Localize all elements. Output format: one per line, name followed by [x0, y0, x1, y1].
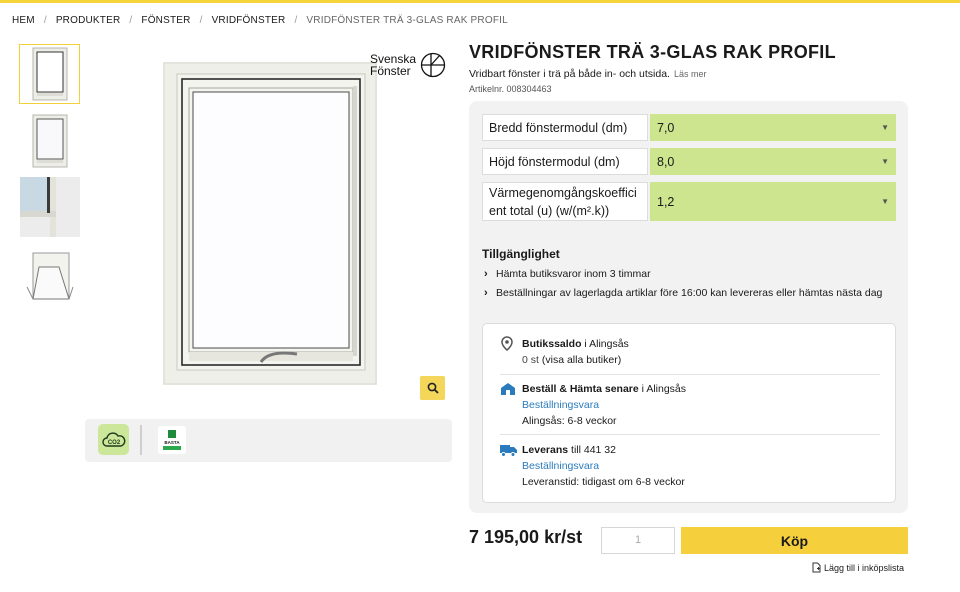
badge-separator	[140, 425, 142, 455]
breadcrumb-vridfonster[interactable]: VRIDFÖNSTER	[212, 15, 286, 26]
delivery-detail: Leveranstid: tidigast om 6-8 veckor	[522, 476, 685, 488]
option-height-label: Höjd fönstermodul (dm)	[482, 148, 648, 175]
product-subtitle: Vridbart fönster i trä på både in- och u…	[469, 68, 707, 80]
order-pickup-detail: Alingsås: 6-8 veckor	[522, 415, 617, 427]
availability-item-text: Hämta butiksvaror inom 3 timmar	[496, 268, 651, 280]
list-add-icon	[812, 562, 821, 573]
breadcrumb-fonster[interactable]: FÖNSTER	[141, 15, 190, 26]
subtitle-text: Vridbart fönster i trä på både in- och u…	[469, 68, 670, 80]
svenska-fonster-logo: Svenska Fönster	[370, 52, 446, 78]
window-closeup-thumbnail	[19, 177, 80, 237]
article-number: Artikelnr. 008304463	[469, 84, 552, 94]
option-u-value: Värmegenomgångskoefficient total (u) (w/…	[482, 182, 896, 221]
quantity-input[interactable]: 1	[601, 527, 675, 554]
breadcrumb-produkter[interactable]: PRODUKTER	[56, 15, 121, 26]
show-all-stores-link[interactable]: (visa alla butiker)	[542, 354, 621, 366]
breadcrumb-current: VRIDFÖNSTER TRÄ 3-GLAS RAK PROFIL	[306, 15, 508, 26]
availability-item: › Beställningar av lagerlagda artiklar f…	[482, 286, 894, 301]
order-pickup-row: Beställ & Hämta senare i Alingsås Bestäl…	[500, 381, 880, 433]
location-pin-icon	[501, 336, 513, 351]
brand-emblem-icon	[420, 52, 446, 78]
order-pickup-title: Beställ & Hämta senare	[522, 383, 639, 395]
store-stock-row: Butikssaldo i Alingsås 0 st (visa alla b…	[500, 336, 880, 372]
order-pickup-location: i Alingsås	[638, 383, 687, 395]
co2-badge-text: CO2	[107, 440, 120, 446]
breadcrumb: HEM / PRODUKTER / FÖNSTER / VRIDFÖNSTER …	[12, 15, 508, 26]
thumbnail-4[interactable]	[19, 245, 80, 305]
delivery-truck-icon	[500, 445, 517, 457]
delivery-status: Beställningsvara	[522, 460, 600, 472]
delivery-title: Leverans	[522, 444, 569, 456]
add-to-list-label: Lägg till i inköpslista	[824, 562, 905, 573]
option-width: Bredd fönstermodul (dm) 7,0 ▼	[482, 114, 896, 141]
chevron-down-icon: ▼	[881, 123, 889, 132]
product-price: 7 195,00 kr/st	[469, 527, 583, 547]
option-height: Höjd fönstermodul (dm) 8,0 ▼	[482, 148, 896, 175]
buy-button[interactable]: Köp	[681, 527, 908, 554]
availability-item-text: Beställningar av lagerlagda artiklar för…	[496, 287, 883, 299]
delivery-row: Leverans till 441 32 Beställningsvara Le…	[500, 442, 880, 494]
basta-logo-icon: BASTA	[163, 430, 181, 450]
option-width-value: 7,0	[657, 120, 675, 135]
magnifier-icon	[427, 382, 439, 394]
delivery-location: till 441 32	[568, 444, 616, 456]
product-main-image[interactable]	[163, 62, 377, 385]
stock-status-card: Butikssaldo i Alingsås 0 st (visa alla b…	[482, 323, 896, 503]
chevron-down-icon: ▼	[881, 197, 889, 206]
option-width-select[interactable]: 7,0 ▼	[650, 114, 896, 141]
thumbnail-1[interactable]	[19, 44, 80, 104]
basta-badge[interactable]: BASTA	[158, 426, 186, 454]
option-u-value-value: 1,2	[657, 194, 675, 209]
availability-item: › Hämta butiksvaror inom 3 timmar	[482, 267, 894, 282]
chevron-right-icon: ›	[484, 287, 488, 299]
breadcrumb-home[interactable]: HEM	[12, 15, 35, 26]
window-front-thumbnail	[32, 47, 67, 101]
read-more-link[interactable]: Läs mer	[674, 69, 707, 79]
certification-badges: CO2 BASTA	[85, 419, 452, 462]
option-u-value-label: Värmegenomgångskoefficient total (u) (w/…	[482, 182, 648, 221]
order-pickup-status: Beställningsvara	[522, 399, 600, 411]
divider	[500, 374, 880, 375]
brand-line-2: Fönster	[370, 64, 411, 78]
store-stock-title: Butikssaldo	[522, 338, 582, 350]
window-open-thumbnail	[26, 252, 73, 300]
add-to-list-link[interactable]: Lägg till i inköpslista	[812, 562, 904, 573]
chevron-down-icon: ▼	[881, 157, 889, 166]
top-accent-line	[0, 0, 960, 3]
co2-badge[interactable]: CO2	[98, 424, 129, 455]
chevron-right-icon: ›	[484, 268, 488, 280]
thumbnail-3[interactable]	[19, 177, 80, 237]
option-height-select[interactable]: 8,0 ▼	[650, 148, 896, 175]
option-height-value: 8,0	[657, 154, 675, 169]
configuration-panel: Bredd fönstermodul (dm) 7,0 ▼ Höjd fönst…	[469, 101, 908, 513]
store-stock-count: 0 st	[522, 354, 539, 366]
divider	[500, 434, 880, 435]
option-width-label: Bredd fönstermodul (dm)	[482, 114, 648, 141]
store-icon	[501, 383, 515, 395]
window-angle-thumbnail	[32, 114, 67, 168]
basta-badge-text: BASTA	[164, 440, 180, 445]
option-u-value-select[interactable]: 1,2 ▼	[650, 182, 896, 221]
product-title: VRIDFÖNSTER TRÄ 3-GLAS RAK PROFIL	[469, 42, 836, 62]
zoom-button[interactable]	[420, 376, 445, 400]
thumbnail-2[interactable]	[19, 111, 80, 171]
availability-title: Tillgänglighet	[482, 247, 560, 261]
store-stock-location: i Alingsås	[581, 338, 629, 350]
co2-cloud-icon: CO2	[101, 431, 125, 447]
